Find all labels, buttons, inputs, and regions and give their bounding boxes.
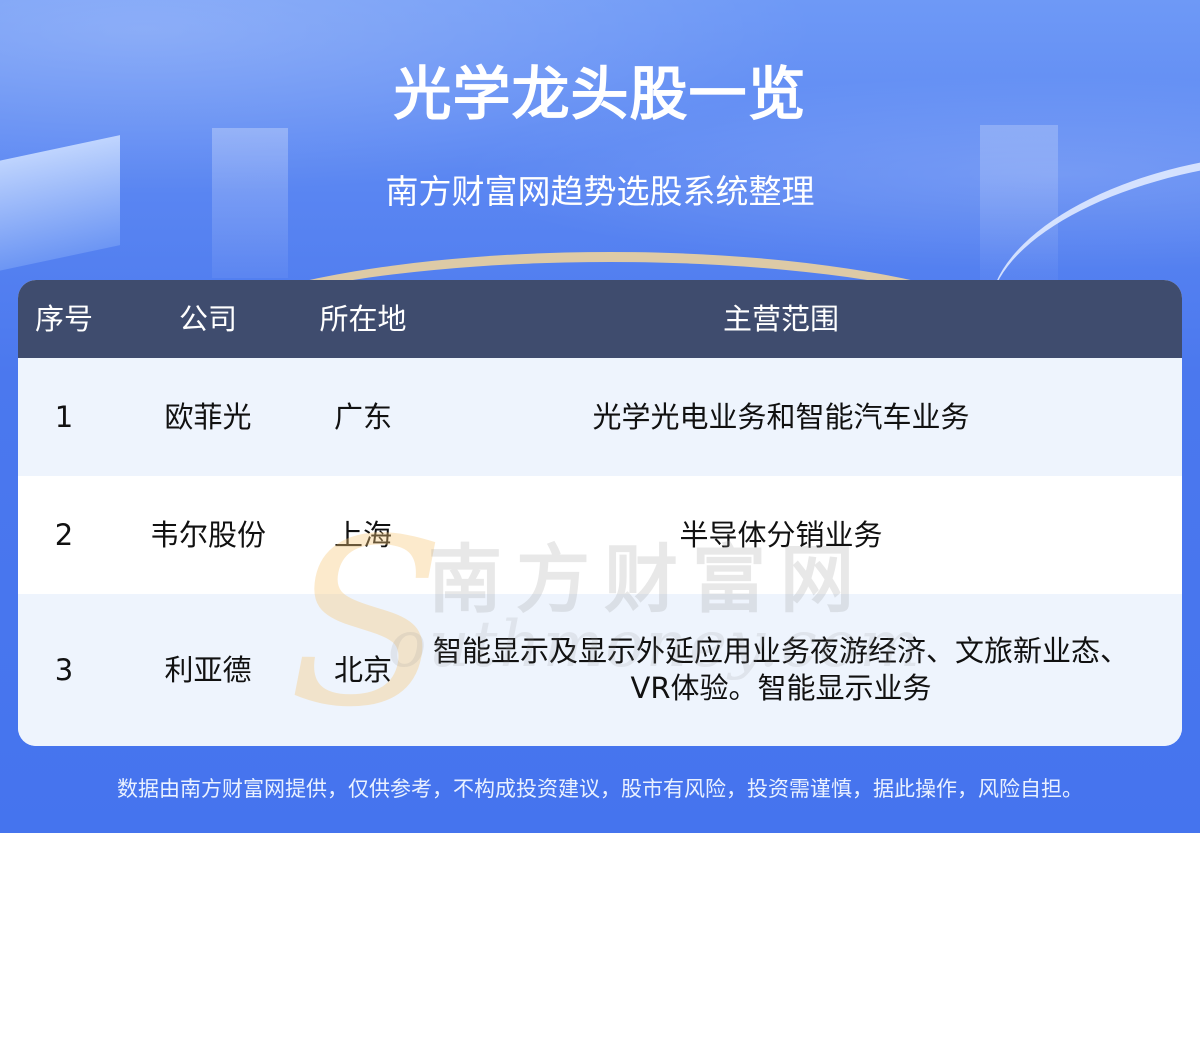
page-subtitle: 南方财富网趋势选股系统整理 — [385, 172, 815, 211]
column-header-index: 序号 — [34, 301, 93, 336]
column-header-company: 公司 — [178, 301, 237, 336]
table-row: 1 欧菲光 广东 光学光电业务和智能汽车业务 — [18, 358, 1182, 476]
column-header-location: 所在地 — [319, 301, 407, 336]
column-header-business: 主营范围 — [722, 301, 839, 336]
disclaimer-text: 数据由南方财富网提供，仅供参考，不构成投资建议，股市有风险，投资需谨慎，据此操作… — [117, 777, 1083, 801]
row-company: 利亚德 — [164, 652, 252, 687]
table-row: 3 利亚德 北京 智能显示及显示外延应用业务夜游经济、文旅新业态、VR体验。智能… — [18, 594, 1182, 746]
table-header: 序号 公司 所在地 主营范围 — [18, 280, 1182, 358]
row-business: 光学光电业务和智能汽车业务 — [592, 399, 970, 434]
row-index: 2 — [54, 517, 74, 552]
infographic-card: 光学龙头股一览 南方财富网趋势选股系统整理 序号 公司 所在地 主营范围 1 欧… — [0, 0, 1200, 833]
row-location: 上海 — [333, 517, 392, 552]
row-company: 韦尔股份 — [149, 517, 266, 552]
row-location: 广东 — [333, 399, 392, 434]
table-row: 2 韦尔股份 上海 半导体分销业务 — [18, 476, 1182, 594]
row-business: 半导体分销业务 — [679, 517, 883, 552]
row-location: 北京 — [333, 652, 392, 687]
page-title: 光学龙头股一览 — [393, 60, 807, 128]
stock-table: 序号 公司 所在地 主营范围 1 欧菲光 广东 光学光电业务和智能汽车业务 2 … — [18, 280, 1182, 746]
row-business: 智能显示及显示外延应用业务夜游经济、文旅新业态、VR体验。智能显示业务 — [432, 634, 1129, 705]
row-index: 3 — [54, 652, 74, 687]
row-index: 1 — [54, 399, 74, 434]
row-company: 欧菲光 — [164, 399, 252, 434]
